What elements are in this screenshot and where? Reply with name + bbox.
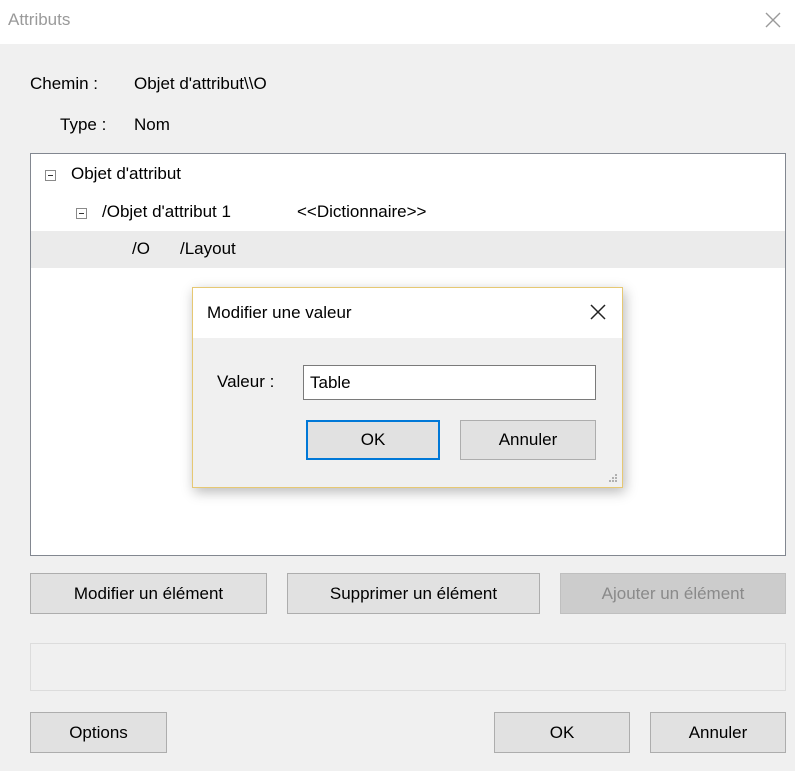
status-panel: [30, 643, 786, 691]
close-icon[interactable]: [588, 302, 608, 322]
path-value: Objet d'attribut\\O: [134, 74, 267, 93]
delete-element-button[interactable]: Supprimer un élément: [287, 573, 540, 614]
add-element-button: Ajouter un élément: [560, 573, 786, 614]
type-value: Nom: [134, 115, 170, 134]
resize-grip-icon[interactable]: [608, 473, 618, 483]
dialog-ok-button[interactable]: OK: [306, 420, 440, 460]
close-icon[interactable]: [761, 8, 785, 32]
modify-element-button[interactable]: Modifier un élément: [30, 573, 267, 614]
tree-node-leaf[interactable]: /O /Layout: [31, 231, 785, 268]
tree-leaf-value: /Layout: [180, 239, 236, 258]
cancel-button[interactable]: Annuler: [650, 712, 786, 753]
path-label: Chemin :: [30, 74, 99, 93]
tree-leaf-key: /O: [132, 239, 150, 258]
window-titlebar: Attributs: [0, 0, 795, 44]
value-input[interactable]: [303, 365, 596, 400]
tree-node-label: /Objet d'attribut 1: [102, 202, 231, 221]
type-label: Type :: [60, 115, 107, 134]
collapse-icon[interactable]: [76, 208, 87, 219]
tree-node-label: Objet d'attribut: [71, 164, 182, 183]
ok-button[interactable]: OK: [494, 712, 630, 753]
window-title: Attributs: [8, 10, 71, 29]
tree-node-child[interactable]: /Objet d'attribut 1 <<Dictionnaire>>: [31, 194, 785, 231]
dialog-titlebar: Modifier une valeur: [193, 288, 622, 338]
collapse-icon[interactable]: [45, 170, 56, 181]
tree-node-root[interactable]: Objet d'attribut: [31, 156, 785, 193]
dialog-cancel-button[interactable]: Annuler: [460, 420, 596, 460]
edit-value-dialog: Modifier une valeur Valeur : OK Annuler: [192, 287, 623, 488]
value-label: Valeur :: [217, 372, 275, 391]
options-button[interactable]: Options: [30, 712, 167, 753]
dialog-title: Modifier une valeur: [207, 303, 352, 322]
tree-node-type-tag: <<Dictionnaire>>: [297, 202, 427, 221]
